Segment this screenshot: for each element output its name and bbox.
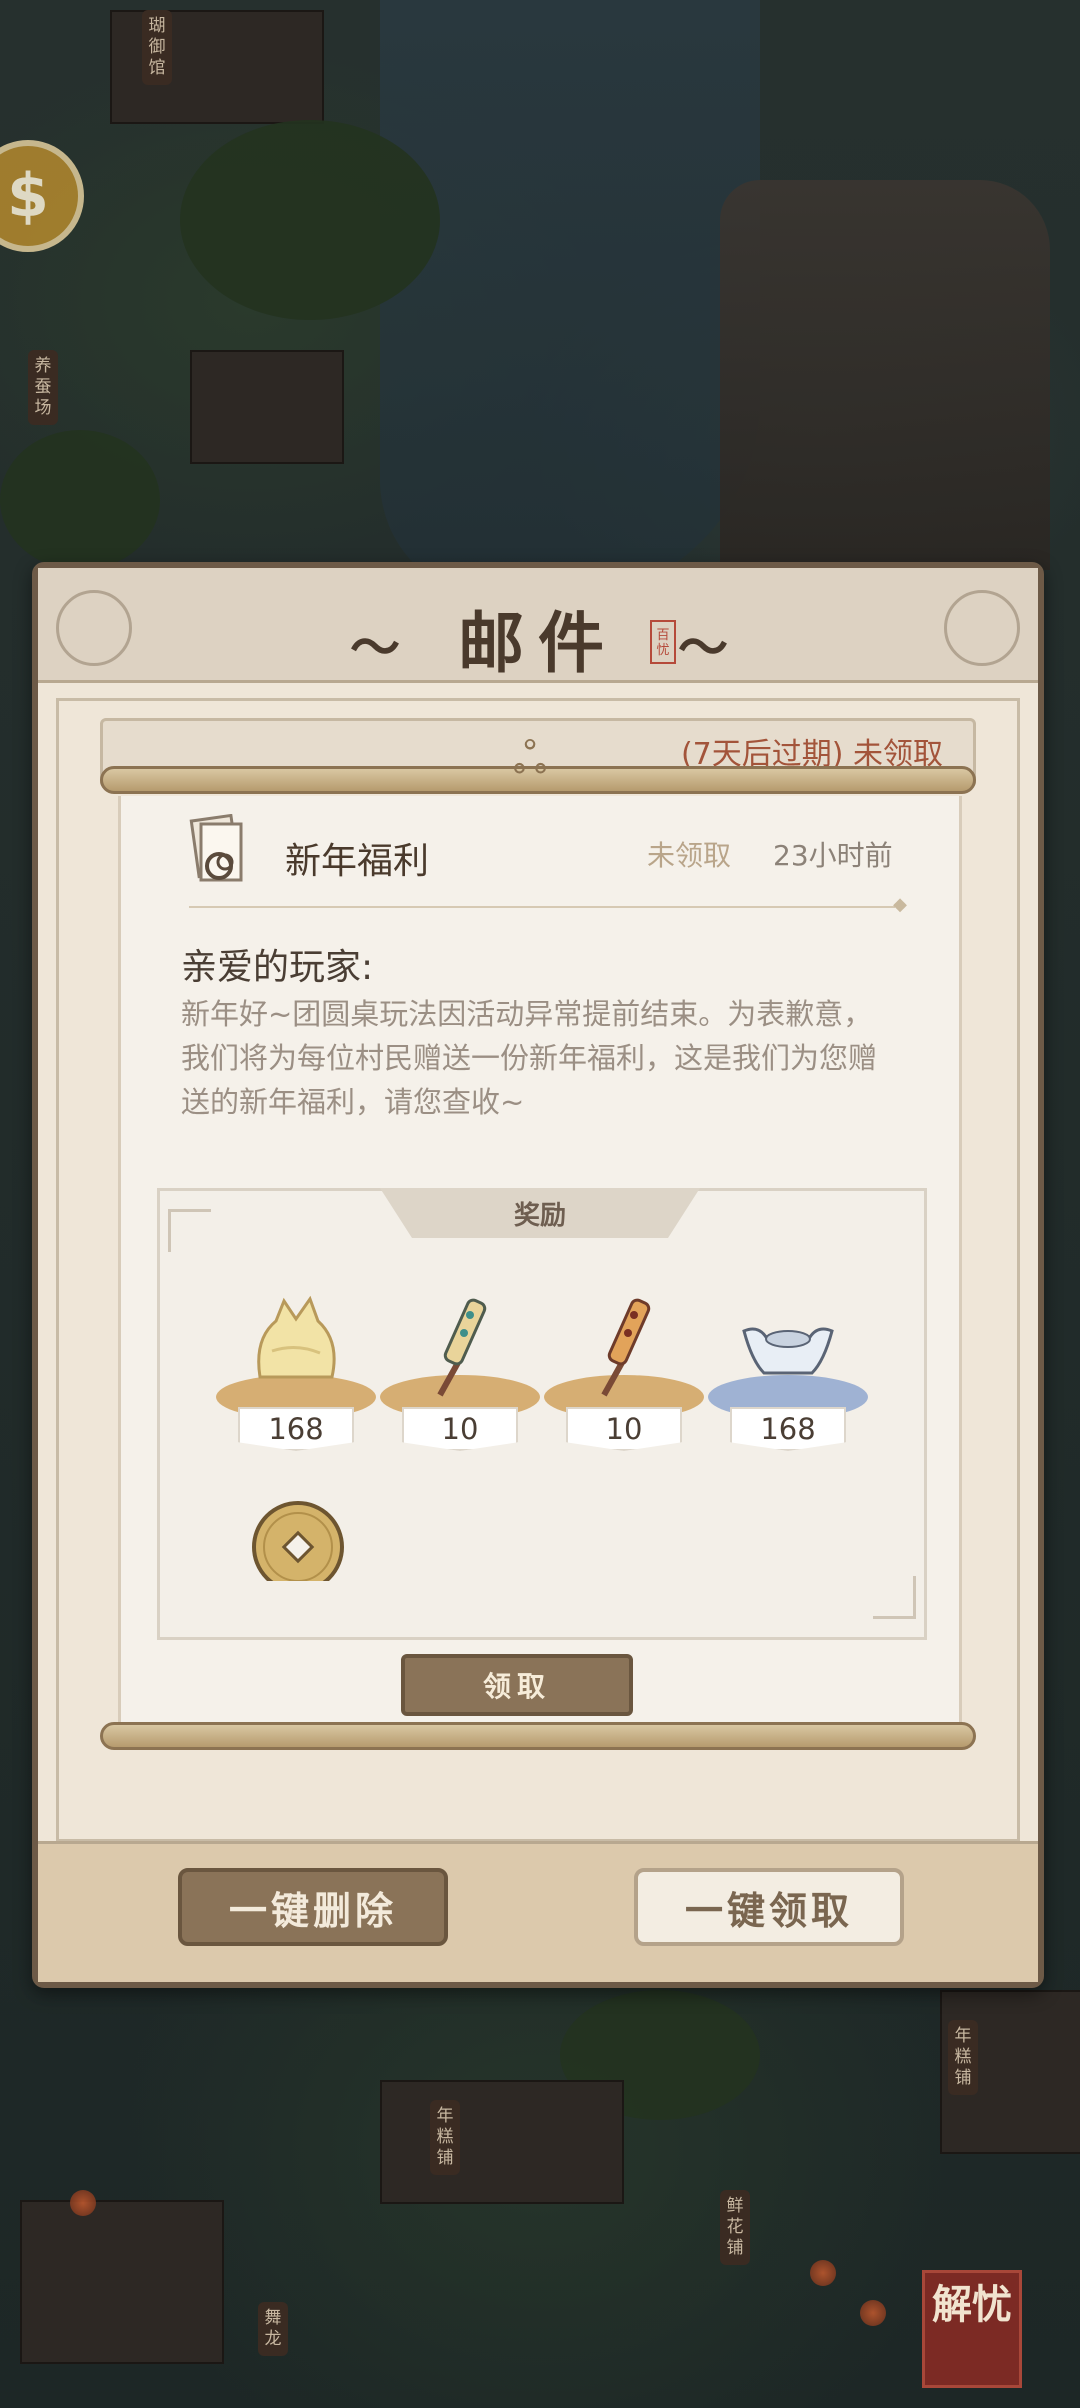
rewards-panel: 奖励 168 10 10 168: [157, 1188, 927, 1640]
mail-clip-icon: [189, 814, 243, 882]
reward-item[interactable]: 168: [706, 1281, 870, 1471]
mail-greeting: 亲爱的玩家:: [181, 947, 374, 988]
copper-coin-icon: [252, 1501, 344, 1581]
silver-ingot-icon: [742, 1327, 834, 1375]
lantern: [810, 2260, 836, 2286]
scene-sign[interactable]: 年糕铺: [948, 2020, 978, 2095]
title-stamp: 百忧: [650, 620, 676, 664]
scene-sign[interactable]: 鲜花铺: [720, 2190, 750, 2265]
river: [380, 0, 760, 600]
reward-item[interactable]: [214, 1481, 378, 1581]
claim-button[interactable]: 领取: [401, 1654, 633, 1716]
scene-sign[interactable]: 年糕铺: [430, 2100, 460, 2175]
reward-item[interactable]: 10: [378, 1281, 542, 1471]
mail-header: 〜 〜 邮件 百忧: [38, 568, 1038, 683]
mail-title: 邮件: [458, 604, 618, 682]
reward-count: 10: [402, 1407, 518, 1451]
reward-item[interactable]: 168: [214, 1281, 378, 1471]
lantern: [70, 2190, 96, 2216]
building: [380, 2080, 624, 2204]
cake-icon: [257, 1295, 336, 1379]
scroll-rod-bottom: [100, 1722, 976, 1750]
scroll-knot-icon: ஃ: [512, 733, 548, 784]
fret-ornament: [873, 1576, 916, 1619]
bridge: [20, 2200, 224, 2364]
building: [190, 350, 344, 464]
firework-stick-icon: [437, 1298, 487, 1397]
reward-count: 168: [730, 1407, 846, 1451]
mail-detail-title: 新年福利: [285, 841, 430, 882]
reward-count: 168: [238, 1407, 354, 1451]
claim-all-button[interactable]: 一键领取: [634, 1868, 904, 1946]
reward-item[interactable]: 10: [542, 1281, 706, 1471]
jieyou-seal-button[interactable]: 解忧: [922, 2270, 1022, 2388]
mail-body-text: 新年好~团圆桌玩法因活动异常提前结束。为表歉意，我们将为每位村民赠送一份新年福利…: [181, 997, 878, 1119]
firework-stick-icon: [601, 1298, 651, 1397]
delete-all-button[interactable]: 一键删除: [178, 1868, 448, 1946]
reward-count: 10: [566, 1407, 682, 1451]
scene-sign[interactable]: 养蚕场: [28, 350, 58, 425]
tree: [180, 120, 440, 320]
fret-ornament: [168, 1209, 211, 1252]
lantern: [860, 2300, 886, 2326]
tree: [0, 430, 160, 570]
mail-detail-status: 未领取: [647, 839, 732, 872]
detail-divider: [189, 894, 907, 915]
mail-detail-scroll: 新年福利 未领取 23小时前 亲爱的玩家: 新年好~团圆桌玩法因活动异常提前结束…: [118, 796, 962, 1724]
rewards-label: 奖励: [380, 1188, 700, 1238]
mail-detail-time: 23小时前: [773, 839, 893, 872]
coin-event-icon[interactable]: $: [0, 140, 84, 252]
cliff-rock: [720, 180, 1050, 570]
scene-sign[interactable]: 瑚御馆: [142, 10, 172, 85]
mail-footer: 一键删除 一键领取: [38, 1841, 1038, 1982]
scene-sign[interactable]: 舞龙: [258, 2302, 288, 2356]
